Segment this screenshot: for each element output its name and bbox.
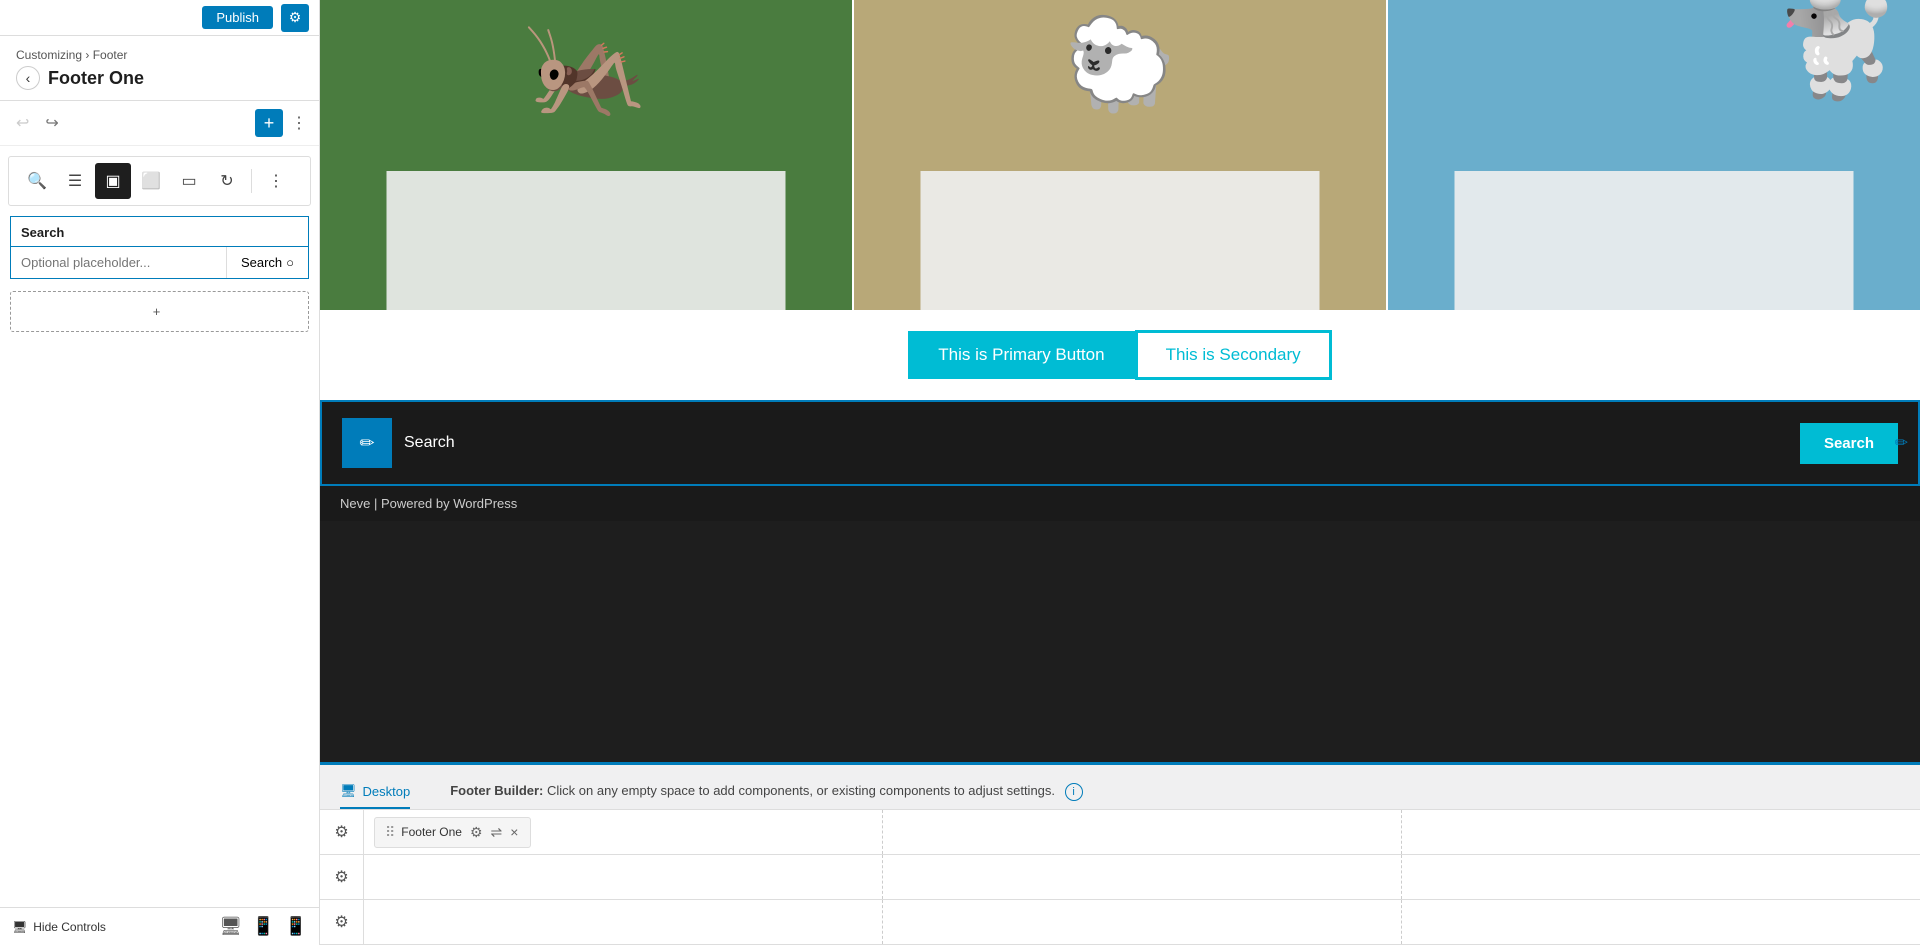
footer-info-label: Footer Builder: xyxy=(450,783,543,798)
view-buttons: 🖥 📱 📱 xyxy=(219,916,307,937)
builder-cell-1-1[interactable]: ⠿ Footer One ⚙ ⇌ × xyxy=(364,810,883,854)
preview-area: 🦗 🐑 🐩 This is Primary Button This is Sec… xyxy=(320,0,1920,762)
search-preview-button[interactable]: Search ○ xyxy=(226,247,308,278)
redo-button[interactable]: ↪ xyxy=(41,109,62,137)
footer-search-button[interactable]: Search xyxy=(1800,423,1898,464)
search-btn-label: Search xyxy=(241,255,282,270)
breadcrumb-path: Customizing › Footer xyxy=(16,48,303,62)
component-gear-btn[interactable]: ⚙ xyxy=(468,822,485,843)
desktop-view-btn[interactable]: 🖥 xyxy=(219,916,242,937)
add-block-toolbar-button[interactable]: + xyxy=(255,109,283,137)
toolbar-video-btn[interactable]: ⬜ xyxy=(133,163,169,199)
search-placeholder-input[interactable] xyxy=(11,247,226,278)
section-title: Footer One xyxy=(48,68,144,89)
component-name: Footer One xyxy=(401,825,462,839)
component-close-btn[interactable]: × xyxy=(508,822,520,843)
white-placeholder-3 xyxy=(1455,171,1854,311)
footer-search-text: Search xyxy=(404,434,455,452)
builder-row-3-content xyxy=(364,900,1920,944)
breadcrumb-area: Customizing › Footer ‹ Footer One xyxy=(0,36,319,101)
builder-row-2: ⚙ xyxy=(320,855,1920,900)
builder-row-3-gear[interactable]: ⚙ xyxy=(320,900,364,944)
footer-builder: 🖥 Desktop Footer Builder: Click on any e… xyxy=(320,762,1920,945)
builder-cell-2-2[interactable] xyxy=(883,855,1402,899)
component-tag-footer-one: ⠿ Footer One ⚙ ⇌ × xyxy=(374,817,531,848)
block-settings: Search Search ○ + xyxy=(0,216,319,332)
toolbar-loop-btn[interactable]: ↻ xyxy=(209,163,245,199)
add-icon: + xyxy=(153,304,161,319)
image-grid: 🦗 🐑 🐩 xyxy=(320,0,1920,310)
gear-button[interactable]: ⚙ xyxy=(281,4,309,32)
footer-info-desc: Click on any empty space to add componen… xyxy=(547,783,1055,798)
white-placeholder-2 xyxy=(921,171,1320,311)
desktop-icon-bottom: 🖥 xyxy=(12,920,27,934)
publish-button[interactable]: Publish xyxy=(202,6,273,29)
drag-handle: ⠿ xyxy=(385,824,395,841)
builder-cell-1-3[interactable] xyxy=(1402,810,1920,854)
desktop-tab-label: Desktop xyxy=(363,784,411,799)
component-adjust-btn[interactable]: ⇌ xyxy=(489,822,505,843)
more-options-button[interactable]: ⋮ xyxy=(291,113,307,133)
footer-preview: ✏ Search Search ✏ Neve | Powered by Word… xyxy=(320,400,1920,521)
desktop-tab[interactable]: 🖥 Desktop xyxy=(340,775,410,809)
footer-search-input[interactable] xyxy=(1520,423,1800,464)
tablet-view-btn[interactable]: 📱 xyxy=(252,916,274,937)
add-new-block-button[interactable]: + xyxy=(10,291,309,332)
history-bar: ↩ ↪ + ⋮ xyxy=(0,101,319,146)
toolbar-more-btn[interactable]: ⋮ xyxy=(258,163,294,199)
right-content: 🦗 🐑 🐩 This is Primary Button This is Sec… xyxy=(320,0,1920,945)
toolbar-media-btn[interactable]: ▭ xyxy=(171,163,207,199)
footer-search-row: ✏ Search Search ✏ xyxy=(320,400,1920,486)
toolbar-list-btn[interactable]: ☰ xyxy=(57,163,93,199)
component-tag-actions: ⚙ ⇌ × xyxy=(468,822,520,843)
footer-credit: Neve | Powered by WordPress xyxy=(320,486,1920,521)
edit-pencil-icon: ✏ xyxy=(359,433,374,454)
image-slot-1: 🦗 xyxy=(320,0,852,310)
footer-builder-info: Footer Builder: Click on any empty space… xyxy=(450,783,1082,801)
builder-cell-3-1[interactable] xyxy=(364,900,883,944)
breadcrumb-back: ‹ Footer One xyxy=(16,66,303,90)
hide-controls-text: Hide Controls xyxy=(33,920,106,934)
left-panel: Publish ⚙ Customizing › Footer ‹ Footer … xyxy=(0,0,320,945)
hide-controls-label: 🖥 Hide Controls xyxy=(12,920,106,934)
builder-row-2-content xyxy=(364,855,1920,899)
builder-row-3: ⚙ xyxy=(320,900,1920,945)
builder-cell-2-3[interactable] xyxy=(1402,855,1920,899)
image-slot-2: 🐑 xyxy=(852,0,1388,310)
builder-row-1-content: ⠿ Footer One ⚙ ⇌ × xyxy=(364,810,1920,854)
search-preview: Search ○ xyxy=(10,246,309,279)
back-button[interactable]: ‹ xyxy=(16,66,40,90)
block-label: Search xyxy=(10,216,309,246)
edit-pencil-box[interactable]: ✏ xyxy=(342,418,392,468)
top-bar: Publish ⚙ xyxy=(0,0,319,36)
primary-button-preview[interactable]: This is Primary Button xyxy=(908,331,1134,379)
toolbar-divider xyxy=(251,169,252,193)
buttons-row: This is Primary Button This is Secondary xyxy=(320,310,1920,400)
right-edit-icon[interactable]: ✏ xyxy=(1895,433,1908,453)
mobile-view-btn[interactable]: 📱 xyxy=(285,916,307,937)
builder-cell-3-2[interactable] xyxy=(883,900,1402,944)
image-slot-3: 🐩 xyxy=(1388,0,1920,310)
footer-builder-tabs: 🖥 Desktop Footer Builder: Click on any e… xyxy=(320,765,1920,810)
toolbar-square-btn[interactable]: ▣ xyxy=(95,163,131,199)
builder-cell-3-3[interactable] xyxy=(1402,900,1920,944)
info-icon[interactable]: i xyxy=(1065,783,1083,801)
desktop-tab-icon: 🖥 xyxy=(340,783,357,799)
block-toolbar: 🔍 ☰ ▣ ⬜ ▭ ↻ ⋮ xyxy=(8,156,311,206)
bottom-bar: 🖥 Hide Controls 🖥 📱 📱 xyxy=(0,907,319,945)
white-placeholder-1 xyxy=(387,171,786,311)
toolbar-search-btn[interactable]: 🔍 xyxy=(19,163,55,199)
builder-cell-2-1[interactable] xyxy=(364,855,883,899)
builder-rows: ⚙ ⠿ Footer One ⚙ ⇌ × xyxy=(320,810,1920,945)
circle-icon: ○ xyxy=(286,255,294,270)
secondary-button-preview[interactable]: This is Secondary xyxy=(1135,330,1332,380)
builder-cell-1-2[interactable] xyxy=(883,810,1402,854)
builder-row-1-gear[interactable]: ⚙ xyxy=(320,810,364,854)
builder-row-2-gear[interactable]: ⚙ xyxy=(320,855,364,899)
undo-button[interactable]: ↩ xyxy=(12,109,33,137)
builder-row-1: ⚙ ⠿ Footer One ⚙ ⇌ × xyxy=(320,810,1920,855)
